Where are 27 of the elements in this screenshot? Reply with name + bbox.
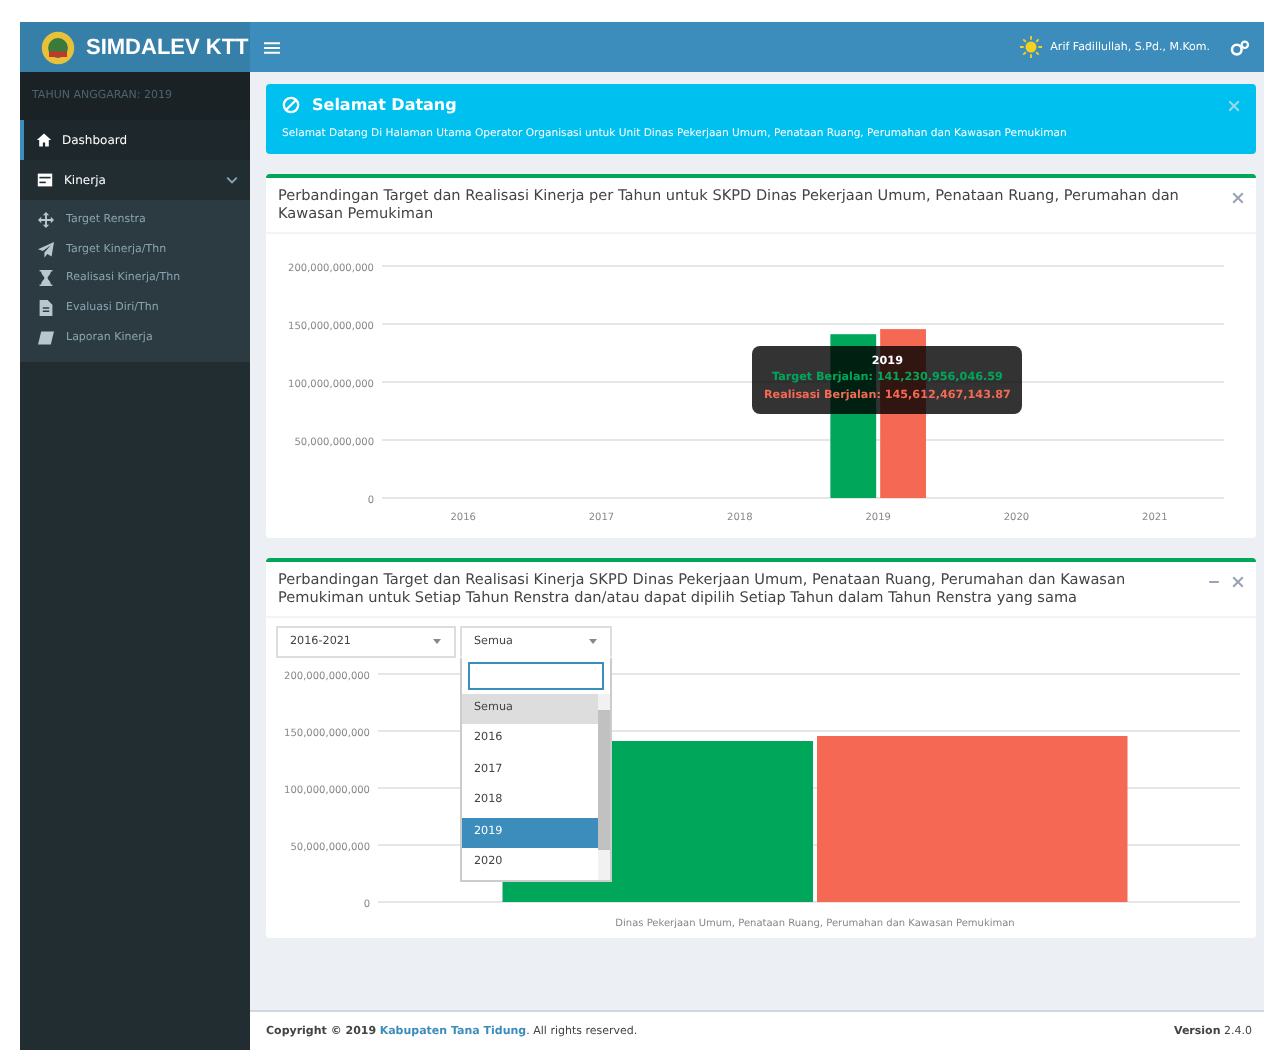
app-title: SIMDALEV KTT [86,35,249,59]
document-icon [38,300,54,317]
close-icon [1232,575,1244,588]
search-field[interactable] [468,661,604,690]
book-icon [38,329,54,346]
caret-icon [432,636,442,647]
caret-icon [588,636,598,647]
menu-icon [264,39,280,55]
close-button[interactable] [1228,99,1240,111]
close-button[interactable] [1232,188,1244,208]
alert-title: Selamat Datang [312,96,457,114]
sun-icon [1020,36,1043,58]
paper-plane-icon [38,241,54,258]
emblem-icon [40,29,76,65]
close-icon [1232,192,1244,204]
card-icon [36,172,54,188]
ban-icon [282,96,300,114]
scrollbar[interactable] [598,693,610,880]
settings-button[interactable] [1226,35,1254,59]
close-icon [1228,99,1240,111]
settings-icon [1230,39,1250,55]
arrows-icon [38,212,54,229]
chevron-icon [226,174,238,186]
close-button[interactable] [1232,571,1244,592]
hourglass-icon [38,270,54,287]
minus-icon [1208,575,1220,588]
home-icon [36,132,52,148]
